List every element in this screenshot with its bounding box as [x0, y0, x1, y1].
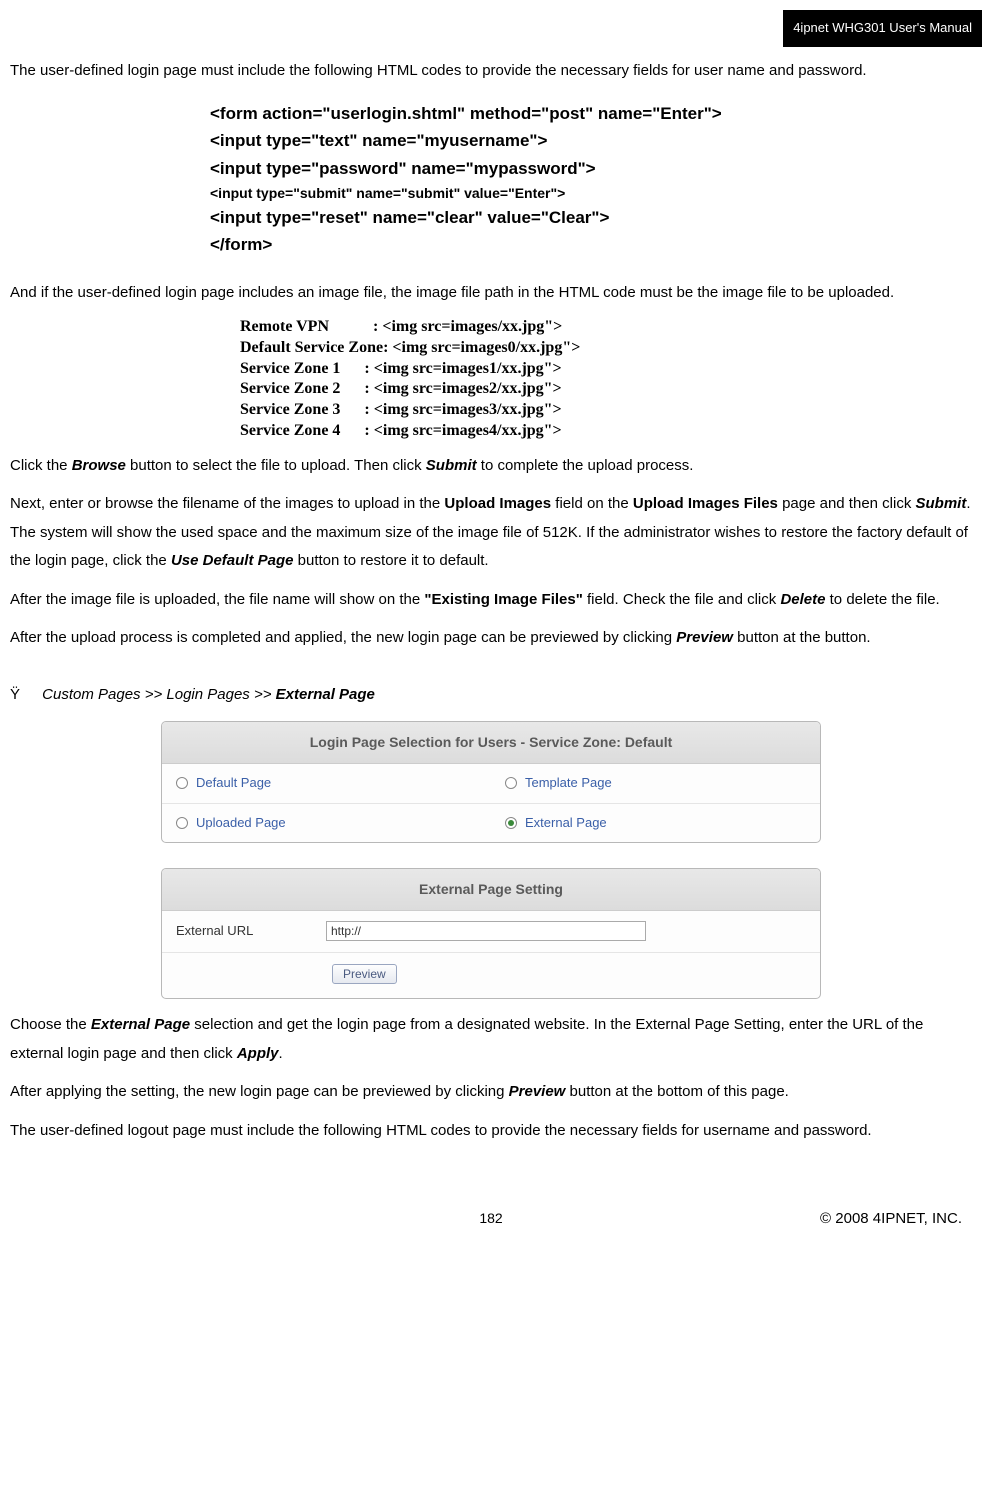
option-label: Template Page [525, 771, 612, 796]
code-line: <input type="text" name="myusername"> [210, 127, 972, 154]
manual-title: 4ipnet WHG301 User's Manual [793, 20, 972, 35]
login-page-selection-panel: Login Page Selection for Users - Service… [161, 721, 821, 843]
code-line: <form action="userlogin.shtml" method="p… [210, 100, 972, 127]
external-url-input[interactable] [326, 921, 646, 941]
option-default-page[interactable]: Default Page [162, 764, 491, 803]
option-label: External Page [525, 811, 607, 836]
zone-row: Service Zone 1 : <img src=images1/xx.jpg… [240, 359, 972, 380]
code-line: <input type="password" name="mypassword"… [210, 155, 972, 182]
zone-row: Service Zone 4 : <img src=images4/xx.jpg… [240, 421, 972, 442]
radio-icon[interactable] [176, 817, 188, 829]
code-line: </form> [210, 231, 972, 258]
zone-row: Service Zone 3 : <img src=images3/xx.jpg… [240, 400, 972, 421]
option-row: Uploaded Page External Page [162, 804, 820, 843]
bullet-icon: Ÿ [10, 681, 38, 710]
external-url-label: External URL [176, 919, 326, 944]
option-label: Default Page [196, 771, 271, 796]
option-external-page[interactable]: External Page [491, 804, 820, 843]
zone-row: Default Service Zone: <img src=images0/x… [240, 338, 972, 359]
external-url-row: External URL [162, 911, 820, 953]
breadcrumb-bullet: Ÿ Custom Pages >> Login Pages >> Externa… [10, 681, 972, 710]
zone-row: Remote VPN : <img src=images/xx.jpg"> [240, 317, 972, 338]
radio-icon[interactable] [176, 777, 188, 789]
header-bar: 4ipnet WHG301 User's Manual [783, 10, 982, 47]
zone-list: Remote VPN : <img src=images/xx.jpg"> De… [240, 317, 972, 442]
zone-row: Service Zone 2 : <img src=images2/xx.jpg… [240, 379, 972, 400]
preview-button[interactable]: Preview [332, 964, 397, 984]
code-line: <input type="submit" name="submit" value… [210, 182, 972, 204]
html-code-block: <form action="userlogin.shtml" method="p… [210, 100, 972, 258]
page-content: The user-defined login page must include… [0, 57, 982, 1145]
paragraph-6: After the upload process is completed an… [10, 624, 972, 653]
copyright: © 2008 4IPNET, INC. [820, 1205, 962, 1234]
paragraph-3: Click the Browse button to select the fi… [10, 452, 972, 481]
option-label: Uploaded Page [196, 811, 286, 836]
panel-header: External Page Setting [162, 869, 820, 911]
page-number: 182 [479, 1205, 502, 1232]
footer: 182 © 2008 4IPNET, INC. [0, 1205, 982, 1225]
paragraph-7: Choose the External Page selection and g… [10, 1011, 972, 1068]
option-uploaded-page[interactable]: Uploaded Page [162, 804, 491, 843]
paragraph-9: The user-defined logout page must includ… [10, 1117, 972, 1146]
radio-icon[interactable] [505, 777, 517, 789]
paragraph-1: The user-defined login page must include… [10, 57, 972, 86]
paragraph-5: After the image file is uploaded, the fi… [10, 586, 972, 615]
option-template-page[interactable]: Template Page [491, 764, 820, 803]
option-row: Default Page Template Page [162, 764, 820, 804]
paragraph-2: And if the user-defined login page inclu… [10, 279, 972, 308]
radio-icon-checked[interactable] [505, 817, 517, 829]
code-line: <input type="reset" name="clear" value="… [210, 204, 972, 231]
paragraph-4: Next, enter or browse the filename of th… [10, 490, 972, 576]
paragraph-8: After applying the setting, the new logi… [10, 1078, 972, 1107]
panel-header: Login Page Selection for Users - Service… [162, 722, 820, 764]
external-page-setting-panel: External Page Setting External URL Previ… [161, 868, 821, 999]
preview-row: Preview [162, 953, 820, 999]
